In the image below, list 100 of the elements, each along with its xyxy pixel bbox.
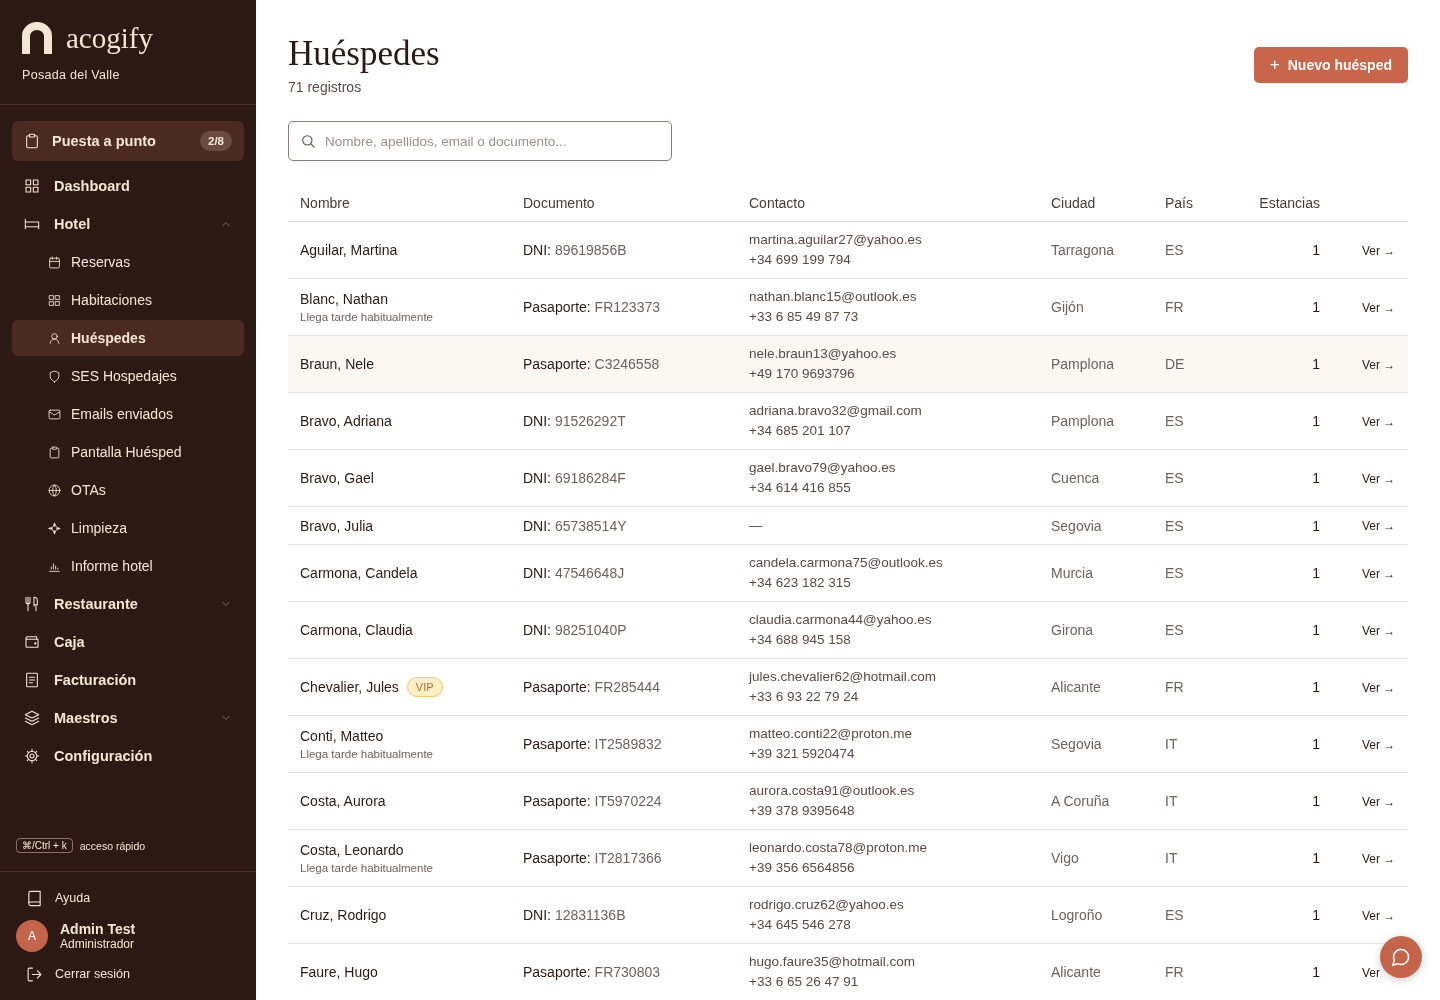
shortcut-label: acceso rápido [79, 839, 146, 852]
nav-item[interactable]: Habitaciones [12, 282, 244, 318]
nav-item[interactable]: Dashboard [12, 168, 244, 204]
view-link[interactable]: Ver → [1362, 737, 1396, 752]
document-type: DNI: [523, 413, 551, 429]
view-link[interactable]: Ver → [1362, 300, 1396, 315]
country-cell-text: ES [1164, 516, 1185, 536]
setup-item[interactable]: Puesta a punto 2/8 [12, 121, 244, 161]
stays-cell-text: 1 [1311, 241, 1320, 260]
stays-cell-text: 1 [1311, 792, 1320, 811]
progress-badge: 2/8 [200, 131, 232, 151]
guest-name: Braun, Nele [300, 355, 374, 374]
view-link[interactable]: Ver → [1362, 794, 1396, 809]
city-cell-text: Segovia [1050, 516, 1103, 536]
nav-item[interactable]: Caja [12, 624, 244, 660]
country-cell-text: FR [1164, 963, 1185, 982]
nav-item[interactable]: Huéspedes [12, 320, 244, 356]
nav-item[interactable]: Pantalla Huésped [12, 434, 244, 470]
view-link[interactable]: Ver → [1362, 471, 1396, 486]
nav-item[interactable]: Configuración [12, 738, 244, 774]
document-type: DNI: [523, 242, 551, 258]
contact-line: claudia.carmona44@yahoo.es [749, 611, 933, 629]
chat-button[interactable] [1380, 936, 1422, 978]
contact-line: leonardo.costa78@proton.me [749, 839, 929, 857]
record-count: 71 registros [288, 79, 363, 95]
nav-item[interactable]: Maestros [12, 700, 244, 736]
document-number: 91526292T [554, 413, 626, 429]
nav-item[interactable]: Reservas [12, 244, 244, 280]
country-cell-text: DE [1164, 355, 1186, 374]
nav-item[interactable]: Emails enviados [12, 396, 244, 432]
city-cell-text: Pamplona [1050, 412, 1116, 431]
vip-badge: VIP [406, 677, 443, 697]
chat-bubble-icon [1391, 947, 1411, 967]
contact-line: nele.braun13@yahoo.es [749, 345, 898, 363]
shield-icon [48, 369, 61, 383]
view-link[interactable]: Ver → [1362, 243, 1396, 258]
city-cell-text: Segovia [1050, 735, 1103, 754]
search-icon [300, 133, 316, 149]
guest-name: Aguilar, Martina [300, 241, 398, 260]
view-link[interactable]: Ver → [1362, 851, 1396, 866]
view-link[interactable]: Ver → [1362, 680, 1396, 695]
view-link[interactable]: Ver → [1362, 519, 1396, 533]
new-guest-button[interactable]: + Nuevo huésped [1253, 47, 1408, 83]
layers-icon [24, 710, 40, 726]
view-link[interactable]: Ver → [1362, 414, 1396, 429]
user-role: Administrador [60, 937, 136, 951]
view-link[interactable]: Ver → [1362, 357, 1396, 372]
city-cell-text: A Coruña [1050, 792, 1111, 811]
nav-item[interactable]: Hotel [12, 206, 244, 242]
view-link[interactable]: Ver → [1362, 623, 1396, 638]
contact-line: +39 356 6564856 [749, 859, 856, 877]
contact-line: martina.aguilar27@yahoo.es [749, 231, 923, 249]
highlighted-row[interactable]: Braun, Nele Pasaporte: C3246558 nele.braun13@yahoo.es +49 170 9693796 Pamplona DE 1 Ver → [288, 336, 1408, 393]
document-number: 47546648J [554, 565, 625, 581]
document-number: IT5970224 [594, 793, 662, 809]
nav-item[interactable]: Limpieza [12, 510, 244, 546]
country-cell-text: FR [1164, 298, 1185, 317]
globe-icon [48, 483, 61, 497]
document-number: C3246558 [594, 356, 660, 372]
search-field[interactable]: Nombre, apellidos, email o documento... [288, 121, 672, 161]
city-cell-text: Tarragona [1050, 241, 1116, 260]
nav-item[interactable]: SES Hospedajes [12, 358, 244, 394]
guest-name: Blanc, Nathan [300, 289, 388, 309]
nav-item[interactable]: Facturación [12, 662, 244, 698]
stays-cell-text: 1 [1311, 355, 1320, 374]
nav-item[interactable]: OTAs [12, 472, 244, 508]
logout-link[interactable]: Cerrar sesión [16, 962, 240, 986]
column-header: Nombre [299, 194, 351, 213]
stays-cell-text: 1 [1311, 963, 1320, 982]
guest-name: Chevalier, Jules [300, 678, 399, 697]
guest-note: Llega tarde habitualmente [300, 309, 434, 325]
country-cell-text: IT [1164, 792, 1179, 811]
column-header: Contacto [748, 194, 807, 213]
help-link[interactable]: Ayuda [16, 886, 240, 910]
calendar-icon [48, 255, 61, 269]
document-number: 12831136B [554, 907, 626, 923]
document-number: 65738514Y [554, 517, 627, 534]
contact-line: +49 170 9693796 [749, 365, 856, 383]
nav-item[interactable]: Informe hotel [12, 548, 244, 584]
view-link[interactable]: Ver → [1362, 566, 1396, 581]
contact-line: +33 6 93 22 79 24 [749, 688, 860, 706]
contact-line: jules.chevalier62@hotmail.com [749, 668, 938, 686]
document-type: Pasaporte: [523, 850, 591, 866]
avatar: A [16, 920, 48, 952]
contact-line: +33 6 65 26 47 91 [749, 973, 860, 991]
stays-cell-text: 1 [1311, 469, 1320, 488]
guest-name: Costa, Leonardo [300, 840, 404, 860]
column-header: Documento [522, 194, 596, 213]
view-link[interactable]: Ver → [1362, 908, 1396, 923]
column-header: País [1164, 194, 1194, 213]
stays-cell-text: 1 [1311, 564, 1320, 583]
stays-cell-text: 1 [1311, 298, 1320, 317]
nav-item[interactable]: Restaurante [12, 586, 244, 622]
country-cell-text: IT [1164, 735, 1179, 754]
clipboard-icon [24, 133, 40, 149]
property-name: Posada del Valle [22, 68, 121, 82]
stays-cell-text: 1 [1311, 678, 1320, 697]
guest-name: Bravo, Julia [300, 516, 374, 536]
document-type: Pasaporte: [523, 356, 591, 372]
view-link[interactable]: Ver [1362, 965, 1380, 980]
